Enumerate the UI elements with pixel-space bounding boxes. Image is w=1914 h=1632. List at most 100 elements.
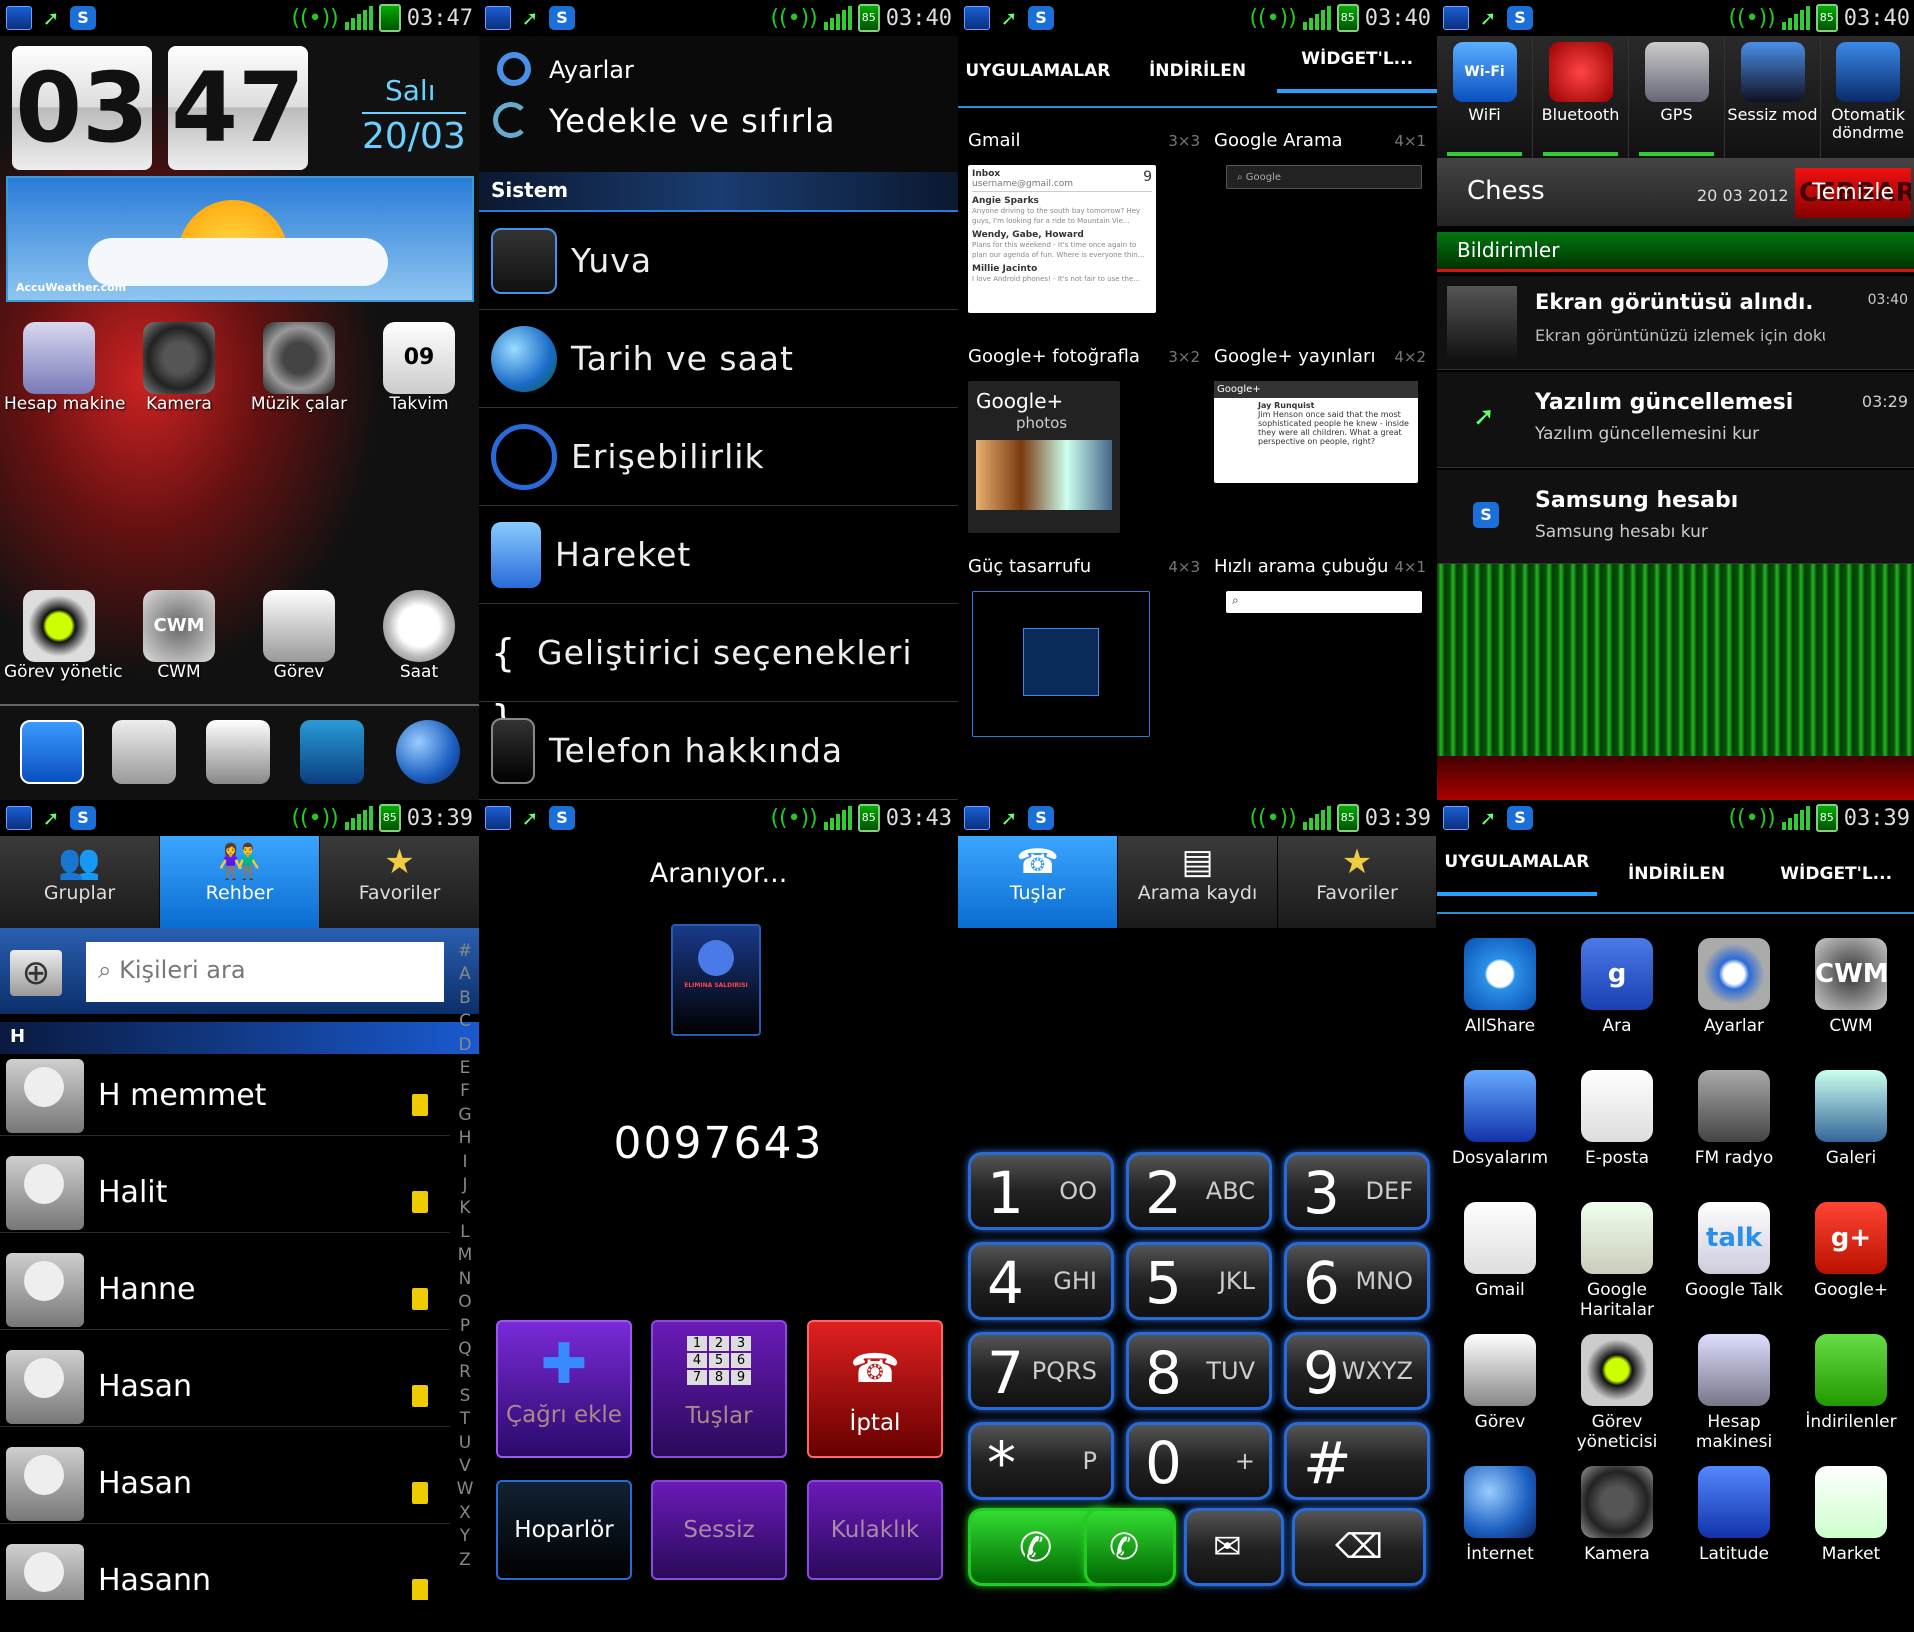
settings-item-dock[interactable]: Yuva xyxy=(479,212,958,310)
alphabet-letter[interactable]: H xyxy=(455,1127,475,1150)
alphabet-letter[interactable]: A xyxy=(455,963,475,986)
contact-row[interactable]: H memmet xyxy=(0,1056,450,1136)
alphabet-letter[interactable]: V xyxy=(455,1455,475,1478)
alphabet-letter[interactable]: R xyxy=(455,1361,475,1384)
app-gmail[interactable]: Gmail xyxy=(1441,1202,1559,1300)
widget-quick-search-bar[interactable]: Hızlı arama çubuğu 4×1 ⌕ xyxy=(1214,556,1434,613)
app-calculator[interactable]: Hesap makine xyxy=(4,322,126,414)
app-camera[interactable]: Kamera xyxy=(124,322,234,414)
tab-apps[interactable]: UYGULAMALAR xyxy=(958,61,1118,81)
app-latitude[interactable]: Latitude xyxy=(1675,1466,1793,1564)
app-music[interactable]: Müzik çalar xyxy=(244,322,354,414)
toggle-gps[interactable]: GPS xyxy=(1629,36,1725,158)
toggle-wifi[interactable]: Wi-Fi WiFi xyxy=(1437,36,1533,158)
contact-row[interactable]: Hasann xyxy=(0,1541,450,1600)
contact-search-input[interactable]: ⌕ Kişileri ara xyxy=(86,942,444,1002)
app-calendar[interactable]: 09 Takvim xyxy=(364,322,474,414)
app-ayarlar[interactable]: Ayarlar xyxy=(1675,938,1793,1036)
dial-key[interactable]: 4 GHI xyxy=(968,1242,1114,1320)
speaker-button[interactable]: Hoparlör xyxy=(496,1480,632,1580)
contact-row[interactable]: Hanne xyxy=(0,1250,450,1330)
tab-dialer-favorites[interactable]: ★ Favoriler xyxy=(1278,836,1437,928)
clear-button[interactable]: CEBBAR Temizle xyxy=(1795,168,1911,218)
tab-favorites[interactable]: ★ Favoriler xyxy=(320,836,479,928)
dial-key[interactable]: 1 OO xyxy=(968,1152,1114,1230)
alphabet-letter[interactable]: G xyxy=(455,1104,475,1127)
app-görev-yöneticisi[interactable]: Görev yöneticisi xyxy=(1558,1334,1676,1452)
toggle-auto-rotate[interactable]: Otomatik döndrme xyxy=(1821,36,1914,158)
alphabet-letter[interactable]: I xyxy=(455,1151,475,1174)
app-task-manager[interactable]: Görev yönetic xyxy=(4,590,123,682)
notification-software-update[interactable]: ➚ Yazılım güncellemesi Yazılım güncellem… xyxy=(1437,372,1914,468)
internet-globe-icon[interactable] xyxy=(396,720,460,784)
dial-key[interactable]: 9 WXYZ xyxy=(1284,1332,1430,1410)
app-google-talk[interactable]: talk Google Talk xyxy=(1675,1202,1793,1300)
widget-power-saving[interactable]: Güç tasarrufu 4×3 xyxy=(968,556,1208,737)
app-market[interactable]: Market xyxy=(1792,1466,1910,1564)
alphabet-letter[interactable]: W xyxy=(455,1478,475,1501)
backup-reset-item[interactable]: Yedekle ve sıfırla xyxy=(549,102,835,140)
alphabet-letter[interactable]: E xyxy=(455,1057,475,1080)
backspace-button[interactable]: ⌫ xyxy=(1292,1508,1426,1586)
alphabet-letter[interactable]: Q xyxy=(455,1338,475,1361)
app-kamera[interactable]: Kamera xyxy=(1558,1466,1676,1564)
tab-downloaded[interactable]: İNDİRİLEN xyxy=(1118,61,1278,81)
add-call-button[interactable]: ✚ Çağrı ekle xyxy=(496,1320,632,1458)
settings-item-developer[interactable]: { }Geliştirici seçenekleri xyxy=(479,604,958,741)
app-e-posta[interactable]: E-posta xyxy=(1558,1070,1676,1168)
tab-keypad[interactable]: ☎ Tuşlar xyxy=(958,836,1118,928)
apps-grid-icon[interactable] xyxy=(206,720,270,784)
dial-key[interactable]: 5 JKL xyxy=(1126,1242,1272,1320)
app-hesap-makinesi[interactable]: Hesap makinesi xyxy=(1675,1334,1793,1452)
settings-item-about-phone[interactable]: Telefon hakkında xyxy=(479,702,958,800)
end-call-button[interactable]: ☎ İptal xyxy=(807,1320,943,1458)
alphabet-letter[interactable]: N xyxy=(455,1268,475,1291)
settings-item-date-time[interactable]: Tarih ve saat xyxy=(479,310,958,408)
app-dosyalarım[interactable]: Dosyalarım xyxy=(1441,1070,1559,1168)
tab-downloaded[interactable]: İNDİRİLEN xyxy=(1597,864,1757,884)
message-button[interactable]: ✉ xyxy=(1184,1508,1284,1586)
alphabet-letter[interactable]: # xyxy=(455,940,475,963)
contact-row[interactable]: Hasan xyxy=(0,1444,450,1524)
app-allshare[interactable]: AllShare xyxy=(1441,938,1559,1036)
alphabet-letter[interactable]: L xyxy=(455,1221,475,1244)
app-i-ndirilenler[interactable]: İndirilenler xyxy=(1792,1334,1910,1432)
alphabet-letter[interactable]: O xyxy=(455,1291,475,1314)
tab-call-log[interactable]: ▤ Arama kaydı xyxy=(1118,836,1278,928)
settings-item-accessibility[interactable]: Erişebilirlik xyxy=(479,408,958,506)
contacts-icon[interactable] xyxy=(112,720,176,784)
app-görev[interactable]: Görev xyxy=(1441,1334,1559,1432)
app-cwm[interactable]: CWM CWM xyxy=(1792,938,1910,1036)
mute-button[interactable]: Sessiz xyxy=(651,1480,787,1580)
alphabet-index[interactable]: # A B C D E F G H I J K L M N O P Q R S T U V W X Y Z xyxy=(455,940,475,1572)
contact-row[interactable]: Hasan xyxy=(0,1347,450,1427)
widget-google-search[interactable]: Google Arama 4×1 ⌕ Google xyxy=(1214,130,1434,189)
alphabet-letter[interactable]: Y xyxy=(455,1525,475,1548)
alphabet-letter[interactable]: K xyxy=(455,1197,475,1220)
headset-button[interactable]: Kulaklık xyxy=(807,1480,943,1580)
tab-groups[interactable]: 👥 Gruplar xyxy=(0,836,160,928)
video-call-button[interactable]: ✆ xyxy=(1084,1508,1176,1586)
alphabet-letter[interactable]: P xyxy=(455,1315,475,1338)
dial-key[interactable]: * P xyxy=(968,1422,1114,1500)
app-google-haritalar[interactable]: Google Haritalar xyxy=(1558,1202,1676,1320)
app-ara[interactable]: g Ara xyxy=(1558,938,1676,1036)
app-fm-radyo[interactable]: FM radyo xyxy=(1675,1070,1793,1168)
tab-contacts[interactable]: 👫 Rehber xyxy=(160,836,320,928)
app-clock[interactable]: Saat xyxy=(364,590,474,682)
keypad-button[interactable]: 123 456 789 Tuşlar xyxy=(651,1320,787,1458)
shade-handle[interactable] xyxy=(1437,756,1914,800)
widget-gplus-photos[interactable]: Google+ fotoğrafla 3×2 Google+ photos xyxy=(968,346,1208,533)
alphabet-letter[interactable]: B xyxy=(455,987,475,1010)
dial-key[interactable]: 6 MNO xyxy=(1284,1242,1430,1320)
app-i-nternet[interactable]: İnternet xyxy=(1441,1466,1559,1564)
tab-apps[interactable]: UYGULAMALAR xyxy=(1437,852,1597,896)
alphabet-letter[interactable]: U xyxy=(455,1432,475,1455)
weather-widget[interactable]: AccuWeather.com xyxy=(6,176,474,302)
app-tasks[interactable]: Görev xyxy=(244,590,354,682)
tab-widgets[interactable]: WİDGET'L... xyxy=(1277,49,1437,93)
widget-gmail[interactable]: Gmail 3×3 Inbox 9 username@gmail.com Angie… xyxy=(968,130,1208,313)
widget-gplus-stream[interactable]: Google+ yayınları 4×2 Google+ Jay Runquis… xyxy=(1214,346,1434,483)
dial-key[interactable]: 0 + xyxy=(1126,1422,1272,1500)
dial-key[interactable]: 2 ABC xyxy=(1126,1152,1272,1230)
